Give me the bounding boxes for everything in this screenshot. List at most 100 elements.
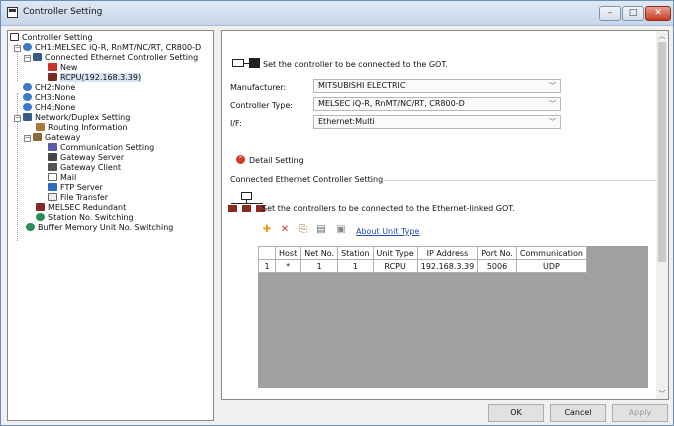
redundant-icon: [36, 203, 45, 211]
file-transfer-icon: [48, 193, 57, 201]
table-cell[interactable]: 1: [300, 259, 339, 273]
tree-item-gateway-server[interactable]: Gateway Server: [48, 153, 124, 163]
edit-icon[interactable]: ▣: [334, 223, 348, 237]
scroll-up-icon[interactable]: ︿: [656, 31, 668, 41]
detail-setting-toggle[interactable]: Detail Setting: [249, 156, 304, 165]
delete-icon[interactable]: ✕: [278, 223, 292, 237]
interface-label: I/F:: [230, 119, 242, 128]
close-button[interactable]: ✕: [645, 6, 671, 21]
tree-item-file-transfer[interactable]: File Transfer: [48, 193, 108, 203]
apply-button[interactable]: Apply: [612, 404, 668, 422]
server-icon: [48, 153, 57, 161]
tree-item-network[interactable]: − Network/Duplex Setting: [14, 113, 130, 123]
scroll-thumb[interactable]: [658, 42, 666, 262]
controller-setting-window: Controller Setting – □ ✕ Controller Sett…: [0, 0, 674, 426]
column-header: Host: [274, 246, 302, 260]
channel-icon: [23, 83, 32, 91]
tree-item-gateway[interactable]: − Gateway: [24, 133, 80, 143]
tree-item-mail[interactable]: Mail: [48, 173, 76, 183]
minimize-button[interactable]: –: [599, 6, 621, 21]
chevron-down-icon: ﹀: [549, 82, 556, 90]
about-unit-type-link[interactable]: About Unit Type: [356, 227, 419, 236]
column-header: Unit Type: [372, 246, 418, 260]
ethernet-network-icon: [228, 192, 266, 212]
tree-item-station-switching[interactable]: Station No. Switching: [36, 213, 134, 223]
tree-item-routing[interactable]: Routing Information: [36, 123, 128, 133]
column-header: IP Address: [416, 246, 479, 260]
table-cell[interactable]: UDP: [515, 259, 587, 273]
routing-icon: [36, 123, 45, 131]
app-icon: [7, 7, 18, 18]
manufacturer-label: Manufacturer:: [230, 83, 287, 92]
manufacturer-select[interactable]: MITSUBISHI ELECTRIC ﹀: [313, 79, 561, 93]
controller-table: Host Net No. Station Unit Type IP Addres…: [258, 246, 587, 273]
tree-item-new[interactable]: New: [48, 63, 77, 73]
chevron-down-icon: ﹀: [549, 118, 556, 126]
collapse-icon[interactable]: −: [14, 45, 21, 52]
settings-tree: Controller Setting − CH1:MELSEC iQ-R, RnM…: [7, 30, 214, 421]
detail-toggle-icon[interactable]: ⌃: [236, 155, 245, 164]
tree-item-rcpu[interactable]: RCPU(192.168.3.39): [48, 73, 142, 83]
tree-item-communication-setting[interactable]: Communication Setting: [48, 143, 154, 153]
tree-item-ch2[interactable]: CH2:None: [14, 83, 75, 93]
channel-icon: [23, 103, 32, 111]
vertical-scrollbar[interactable]: ︿ ﹀: [656, 31, 668, 399]
ftp-icon: [48, 183, 57, 191]
interface-select[interactable]: Ethernet:Multi ﹀: [313, 115, 561, 129]
maximize-button[interactable]: □: [622, 6, 644, 21]
tree-item-melsec-redundant[interactable]: MELSEC Redundant: [36, 203, 126, 213]
paste-icon[interactable]: ▤: [314, 223, 328, 237]
channel-icon: [23, 93, 32, 101]
table-cell[interactable]: 5006: [477, 259, 517, 273]
title-bar: Controller Setting – □ ✕: [1, 1, 673, 26]
panel-heading: Set the controller to be connected to th…: [263, 60, 448, 69]
ethernet-heading: Set the controllers to be connected to t…: [262, 204, 515, 213]
communication-icon: [48, 143, 57, 151]
copy-icon[interactable]: ⎘: [296, 223, 310, 237]
add-icon[interactable]: ✚: [260, 223, 274, 237]
table-cell[interactable]: 1: [258, 259, 276, 273]
mail-icon: [48, 173, 57, 181]
table-header-row: Host Net No. Station Unit Type IP Addres…: [258, 246, 587, 260]
table-cell[interactable]: 1: [337, 259, 374, 273]
table-cell[interactable]: *: [274, 259, 302, 273]
table-cell[interactable]: RCPU: [372, 259, 418, 273]
network-icon: [33, 53, 42, 61]
controller-connection-icon: [232, 58, 260, 68]
new-controller-icon: [48, 63, 57, 71]
collapse-icon[interactable]: −: [24, 55, 31, 62]
gateway-icon: [33, 133, 42, 141]
tree-item-gateway-client[interactable]: Gateway Client: [48, 163, 121, 173]
collapse-icon[interactable]: −: [14, 115, 21, 122]
tree-item-connected-ethernet[interactable]: − Connected Ethernet Controller Setting: [24, 53, 198, 63]
tree-item-ftp[interactable]: FTP Server: [48, 183, 103, 193]
collapse-icon[interactable]: −: [24, 135, 31, 142]
column-header: Station: [337, 246, 374, 260]
tree-item-ch3[interactable]: CH3:None: [14, 93, 75, 103]
table-row[interactable]: 1 * 1 1 RCPU 192.168.3.39 5006 UDP: [258, 259, 587, 273]
controller-icon: [48, 73, 57, 81]
cancel-button[interactable]: Cancel: [550, 404, 606, 422]
tree-item-root[interactable]: Controller Setting: [10, 33, 93, 43]
switching-icon: [26, 223, 35, 231]
tree-item-ch4[interactable]: CH4:None: [14, 103, 75, 113]
channel-icon: [23, 43, 32, 51]
tree-item-ch1[interactable]: − CH1:MELSEC iQ-R, RnMT/NC/RT, CR800-D: [14, 43, 201, 53]
column-header: Port No.: [477, 246, 517, 260]
column-header: [258, 246, 276, 260]
section-divider: [384, 180, 656, 181]
switching-icon: [36, 213, 45, 221]
network-icon: [23, 113, 32, 121]
settings-panel: Set the controller to be connected to th…: [221, 30, 669, 400]
column-header: Net No.: [300, 246, 339, 260]
tree-item-buffer-switching[interactable]: Buffer Memory Unit No. Switching: [26, 223, 173, 233]
client-icon: [48, 163, 57, 171]
settings-icon: [10, 33, 19, 41]
table-cell[interactable]: 192.168.3.39: [416, 259, 479, 273]
section-title: Connected Ethernet Controller Setting: [230, 175, 384, 184]
controller-type-select[interactable]: MELSEC iQ-R, RnMT/NC/RT, CR800-D ﹀: [313, 97, 561, 111]
scroll-down-icon[interactable]: ﹀: [656, 389, 668, 399]
controller-type-label: Controller Type:: [230, 101, 293, 110]
ok-button[interactable]: OK: [488, 404, 544, 422]
chevron-down-icon: ﹀: [549, 100, 556, 108]
